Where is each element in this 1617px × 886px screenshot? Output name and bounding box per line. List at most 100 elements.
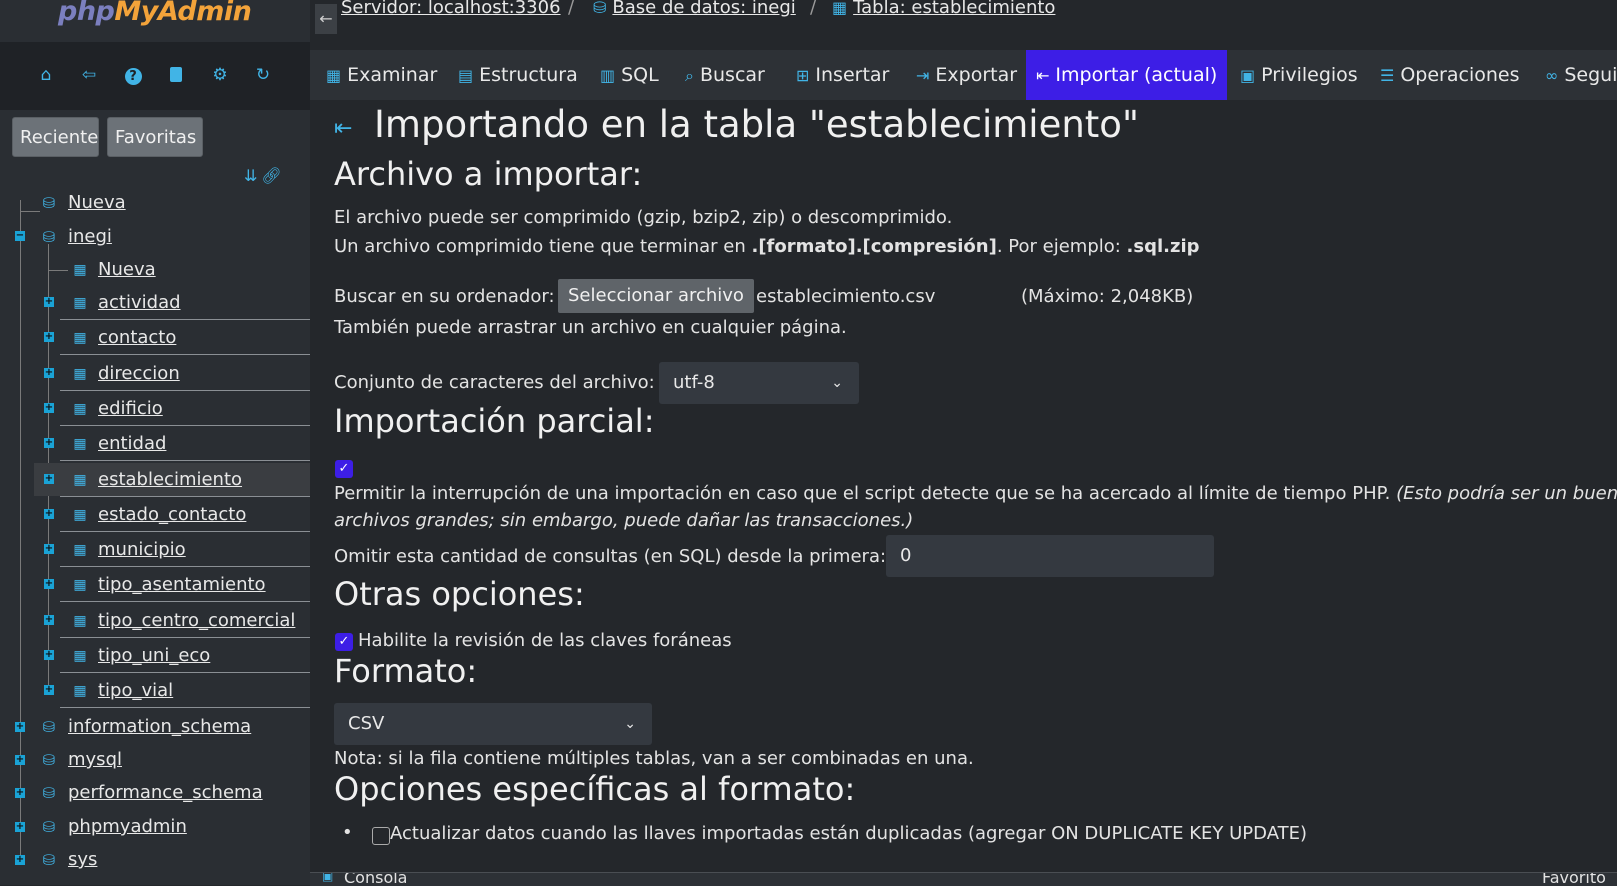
tree-db-inegi[interactable]: inegi bbox=[68, 223, 112, 251]
row-divider bbox=[60, 496, 310, 497]
tree-table-edificio[interactable]: edificio bbox=[98, 395, 163, 423]
row-divider bbox=[60, 354, 310, 355]
format-select[interactable]: CSV ⌄ bbox=[334, 703, 652, 745]
tab-tracking[interactable]: ∞ Segui bbox=[1545, 50, 1617, 100]
compress-note: El archivo puede ser comprimido (gzip, b… bbox=[334, 207, 953, 228]
database-icon: ⛁ bbox=[42, 228, 56, 246]
navigation-panel: phpMyAdmin ⌂ ⇦ ? ⚙ ↻ Reciente Favoritas … bbox=[0, 0, 310, 885]
new-database-icon: ⛁ bbox=[42, 194, 56, 212]
partial-import-checkbox[interactable]: ✓ bbox=[335, 460, 353, 478]
home-icon[interactable]: ⌂ bbox=[35, 64, 57, 86]
help-icon[interactable]: ? bbox=[122, 64, 144, 86]
collapse-icon[interactable]: − bbox=[15, 231, 25, 241]
table-icon: ▦ bbox=[73, 542, 87, 558]
row-divider bbox=[60, 460, 310, 461]
expand-icon[interactable]: + bbox=[44, 685, 54, 695]
table-icon: ▦ bbox=[73, 366, 87, 382]
browse-label: Buscar en su ordenador: bbox=[334, 286, 555, 307]
tree-new-database[interactable]: Nueva bbox=[68, 189, 126, 217]
tree-table-contacto[interactable]: contacto bbox=[98, 324, 176, 352]
expand-icon[interactable]: + bbox=[15, 755, 25, 765]
table-icon: ▦ bbox=[73, 648, 87, 664]
table-icon: ▦ bbox=[73, 330, 87, 346]
expand-icon[interactable]: + bbox=[44, 438, 54, 448]
tree-table-tipo-uni-eco[interactable]: tipo_uni_eco bbox=[98, 642, 210, 670]
tree-table-municipio[interactable]: municipio bbox=[98, 536, 186, 564]
tree-db-performance-schema[interactable]: performance_schema bbox=[68, 779, 263, 807]
tree-db-phpmyadmin[interactable]: phpmyadmin bbox=[68, 813, 187, 841]
foreign-key-label[interactable]: Habilite la revisión de las claves forán… bbox=[358, 630, 732, 651]
tree-table-estado-contacto[interactable]: estado_contacto bbox=[98, 501, 246, 529]
tab-search[interactable]: ⌕ Buscar bbox=[685, 50, 765, 100]
breadcrumb-server[interactable]: Servidor: localhost:3306 bbox=[341, 0, 561, 19]
database-icon: ⛁ bbox=[42, 751, 56, 769]
tab-privileges[interactable]: ▣ Privilegios bbox=[1240, 50, 1358, 100]
expand-icon[interactable]: + bbox=[15, 855, 25, 865]
logout-icon[interactable]: ⇦ bbox=[78, 64, 100, 86]
tab-operations[interactable]: ☰ Operaciones bbox=[1380, 50, 1519, 100]
console-label[interactable]: Consola bbox=[344, 873, 407, 886]
skip-queries-input[interactable]: 0 bbox=[886, 535, 1214, 577]
import-icon: ⇤ bbox=[334, 116, 353, 141]
tree-table-actividad[interactable]: actividad bbox=[98, 289, 181, 317]
expand-icon[interactable]: + bbox=[44, 579, 54, 589]
update-duplicate-checkbox[interactable] bbox=[372, 827, 390, 845]
expand-icon[interactable]: + bbox=[44, 544, 54, 554]
tab-browse[interactable]: ▦ Examinar bbox=[326, 50, 437, 100]
expand-icon[interactable]: + bbox=[15, 722, 25, 732]
tree-table-establecimiento[interactable]: establecimiento bbox=[98, 466, 242, 494]
favorites-button[interactable]: Favoritas bbox=[107, 117, 203, 157]
update-duplicate-label[interactable]: Actualizar datos cuando las llaves impor… bbox=[390, 823, 1307, 844]
partial-note-cont: archivos grandes; sin embargo, puede dañ… bbox=[334, 510, 914, 531]
row-divider bbox=[60, 566, 310, 567]
selected-file-name: establecimiento.csv bbox=[756, 286, 936, 307]
partial-heading: Importación parcial: bbox=[334, 402, 655, 440]
phpmyadmin-logo[interactable]: phpMyAdmin bbox=[58, 0, 252, 27]
page-title: Importando en la tabla "establecimiento" bbox=[374, 103, 1139, 146]
row-divider bbox=[60, 531, 310, 532]
expand-icon[interactable]: + bbox=[44, 368, 54, 378]
row-divider bbox=[60, 425, 310, 426]
tab-insert[interactable]: ⊞ Insertar bbox=[796, 50, 889, 100]
expand-icon[interactable]: + bbox=[15, 788, 25, 798]
recent-button[interactable]: Reciente bbox=[12, 117, 99, 157]
tab-sql[interactable]: ▥ SQL bbox=[600, 50, 659, 100]
tab-structure[interactable]: ▤ Estructura bbox=[458, 50, 578, 100]
link-with-main-icon[interactable]: 🔗︎ bbox=[261, 166, 281, 185]
tab-export[interactable]: ⇥ Exportar bbox=[916, 50, 1017, 100]
foreign-key-checkbox[interactable]: ✓ bbox=[335, 633, 353, 651]
expand-icon[interactable]: + bbox=[44, 509, 54, 519]
back-arrow-icon[interactable]: ← bbox=[315, 4, 337, 34]
collapse-all-icon[interactable]: ⇊ bbox=[244, 166, 257, 185]
tree-new-table[interactable]: Nueva bbox=[98, 256, 156, 284]
collapse-link-icons[interactable]: ⇊ 🔗︎ bbox=[244, 166, 282, 185]
reload-icon[interactable]: ↻ bbox=[252, 64, 274, 86]
expand-icon[interactable]: + bbox=[44, 297, 54, 307]
console-favorites[interactable]: Favorito bbox=[1542, 873, 1606, 886]
expand-icon[interactable]: + bbox=[44, 474, 54, 484]
select-file-button[interactable]: Seleccionar archivo bbox=[558, 279, 754, 313]
expand-icon[interactable]: + bbox=[44, 403, 54, 413]
tree-table-entidad[interactable]: entidad bbox=[98, 430, 166, 458]
tracking-icon: ∞ bbox=[1545, 66, 1559, 85]
tree-table-tipo-vial[interactable]: tipo_vial bbox=[98, 677, 173, 705]
row-divider bbox=[60, 319, 310, 320]
expand-icon[interactable]: + bbox=[44, 332, 54, 342]
expand-icon[interactable]: + bbox=[44, 650, 54, 660]
tree-db-mysql[interactable]: mysql bbox=[68, 746, 122, 774]
tree-table-tipo-asentamiento[interactable]: tipo_asentamiento bbox=[98, 571, 266, 599]
tree-table-direccion[interactable]: direccion bbox=[98, 360, 180, 388]
breadcrumb-table[interactable]: ▦ Tabla: establecimiento bbox=[832, 0, 1055, 19]
console-bar[interactable]: ▣ Consola Favorito bbox=[310, 872, 1617, 886]
console-icon: ▣ bbox=[322, 872, 334, 883]
settings-icon[interactable]: ⚙ bbox=[209, 64, 231, 86]
expand-icon[interactable]: + bbox=[44, 615, 54, 625]
charset-select[interactable]: utf-8 ⌄ bbox=[659, 362, 859, 404]
breadcrumb-database[interactable]: ⛁ Base de datos: inegi bbox=[593, 0, 796, 19]
docs-icon[interactable] bbox=[165, 64, 187, 86]
tree-db-sys[interactable]: sys bbox=[68, 846, 97, 874]
expand-icon[interactable]: + bbox=[15, 822, 25, 832]
tree-db-information-schema[interactable]: information_schema bbox=[68, 713, 251, 741]
tab-import[interactable]: ⇤ Importar (actual) bbox=[1026, 50, 1228, 100]
tree-table-tipo-centro-comercial[interactable]: tipo_centro_comercial bbox=[98, 607, 295, 635]
